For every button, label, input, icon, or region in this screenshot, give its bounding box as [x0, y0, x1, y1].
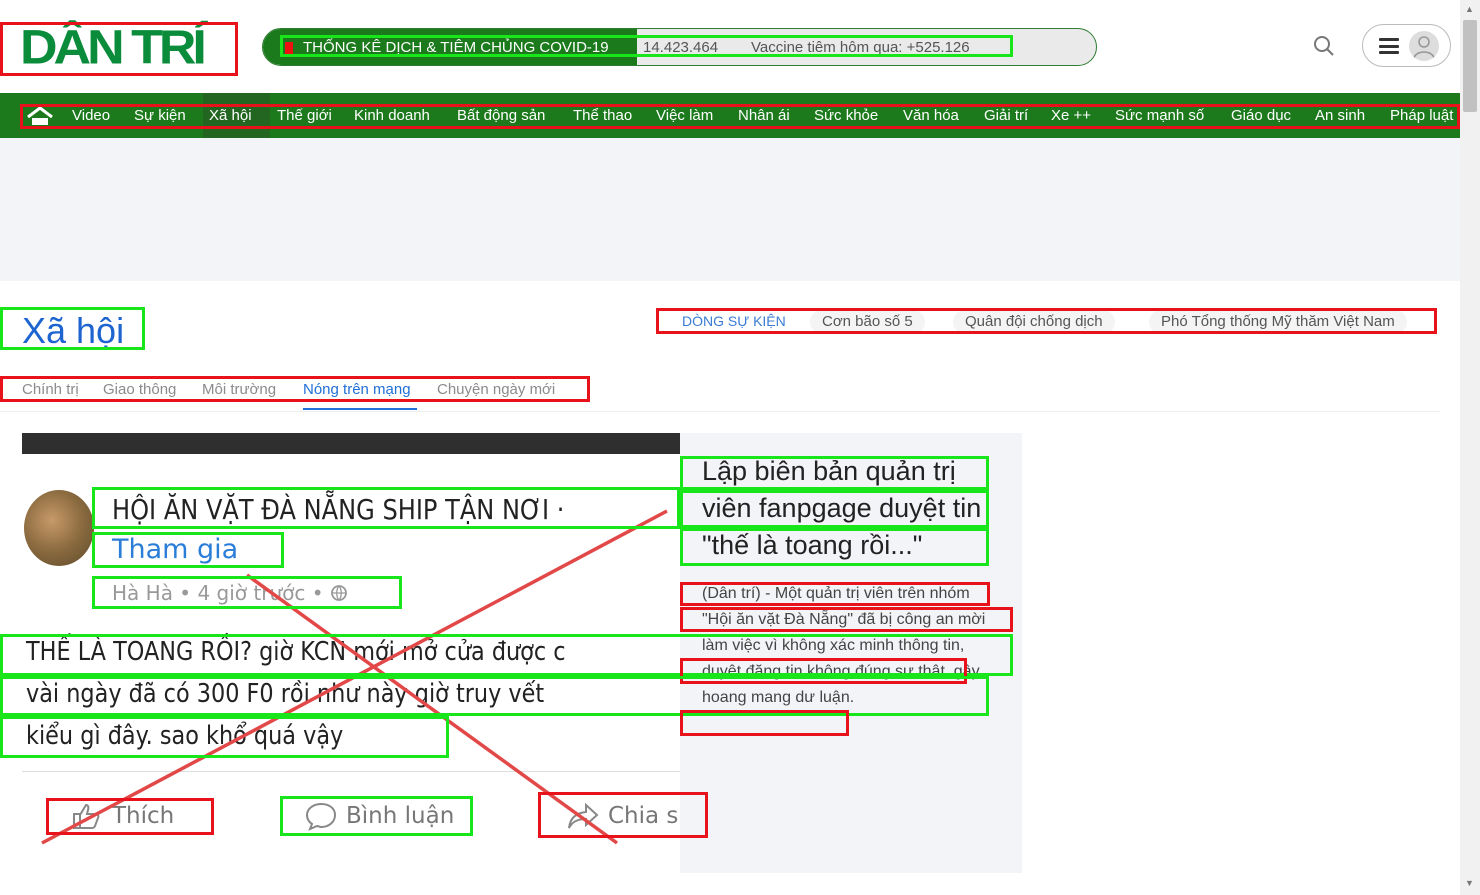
events-label: DÒNG SỰ KIỆN	[682, 313, 786, 329]
subnav-chinh-tri[interactable]: Chính trị	[22, 381, 79, 398]
site-header: DÂN TRÍ THỐNG KÊ DỊCH & TIÊM CHỦNG COVID…	[0, 0, 1460, 93]
nav-item-phap-luat[interactable]: Pháp luật	[1390, 107, 1453, 124]
user-avatar-icon	[1409, 31, 1439, 61]
nav-item-xe[interactable]: Xe ++	[1051, 107, 1091, 124]
scroll-thumb[interactable]	[1463, 20, 1477, 112]
main-nav: Video Sự kiện Xã hội Thế giới Kinh doanh…	[0, 93, 1460, 138]
nav-item-su-kien[interactable]: Sự kiện	[134, 107, 186, 124]
nav-item-xa-hoi[interactable]: Xã hội	[209, 107, 252, 124]
logo-text: DÂN TRÍ	[20, 21, 207, 75]
site-logo[interactable]: DÂN TRÍ	[20, 22, 216, 74]
subnav-active-underline	[303, 408, 417, 410]
menu-account-button[interactable]	[1362, 24, 1451, 67]
event-chip-pho-tong-thong[interactable]: Phó Tổng thống Mỹ thăm Việt Nam	[1149, 310, 1407, 334]
nav-item-kinh-doanh[interactable]: Kinh doanh	[354, 107, 430, 124]
page-scrollbar[interactable]: ▲ ▼	[1460, 0, 1480, 895]
nav-item-giao-duc[interactable]: Giáo dục	[1231, 107, 1291, 124]
event-stream: DÒNG SỰ KIỆN Cơn bão số 5 Quân đội chống…	[660, 310, 1436, 334]
event-chip-bao-so-5[interactable]: Cơn bão số 5	[810, 310, 925, 334]
search-button[interactable]	[1312, 34, 1336, 58]
subnav-nong-tren-mang[interactable]: Nóng trên mạng	[303, 381, 411, 398]
section-title[interactable]: Xã hội	[22, 310, 124, 352]
nav-item-the-gioi[interactable]: Thế giới	[277, 107, 332, 124]
nav-item-bat-dong-san[interactable]: Bất động sản	[457, 107, 545, 124]
subnav-giao-thong[interactable]: Giao thông	[103, 381, 176, 398]
scroll-down-arrow-icon[interactable]: ▼	[1465, 878, 1474, 888]
nav-item-video[interactable]: Video	[72, 107, 110, 124]
nav-item-nhan-ai[interactable]: Nhân ái	[738, 107, 790, 124]
article-thumbnail[interactable]: HỘI ĂN VẶT ĐÀ NẴNG SHIP TẬN NƠI · Tham g…	[22, 433, 680, 873]
featured-article[interactable]: HỘI ĂN VẶT ĐÀ NẴNG SHIP TẬN NƠI · Tham g…	[22, 433, 1022, 873]
nav-item-giai-tri[interactable]: Giải trí	[984, 107, 1028, 124]
nav-item-an-sinh[interactable]: An sinh	[1315, 107, 1365, 124]
search-icon	[1314, 36, 1334, 56]
covid-vaccine-count: Vaccine tiêm hôm qua: +525.126	[751, 39, 970, 56]
nav-item-viec-lam[interactable]: Việc làm	[656, 107, 713, 124]
section-subnav: Chính trị Giao thông Môi trường Nóng trê…	[0, 378, 1440, 412]
event-chip-quan-doi[interactable]: Quân đội chống dịch	[953, 310, 1115, 334]
live-dot-icon	[285, 42, 293, 54]
subnav-moi-truong[interactable]: Môi trường	[202, 381, 276, 398]
ad-placeholder	[0, 138, 1460, 281]
home-icon[interactable]	[26, 106, 54, 126]
covid-stats-bar[interactable]: THỐNG KÊ DỊCH & TIÊM CHỦNG COVID-19 14.4…	[262, 28, 1097, 66]
article-text-panel: Lập biên bản quản trị viên fanpgage duyệ…	[680, 433, 1022, 873]
scroll-up-arrow-icon[interactable]: ▲	[1465, 4, 1474, 14]
red-cross-mark	[41, 509, 668, 845]
article-title[interactable]: Lập biên bản quản trị viên fanpgage duyệ…	[702, 453, 1002, 564]
covid-cases-count: 14.423.464	[643, 39, 719, 56]
covid-stats-title: THỐNG KÊ DỊCH & TIÊM CHỦNG COVID-19	[303, 39, 609, 56]
nav-item-suc-manh-so[interactable]: Sức mạnh số	[1115, 107, 1204, 124]
nav-item-the-thao[interactable]: Thể thao	[573, 107, 632, 124]
nav-item-suc-khoe[interactable]: Sức khỏe	[814, 107, 878, 124]
hamburger-icon	[1379, 38, 1399, 54]
subnav-chuyen-ngay-moi[interactable]: Chuyện ngày mới	[437, 381, 555, 398]
nav-item-van-hoa[interactable]: Văn hóa	[903, 107, 959, 124]
article-description: (Dân trí) - Một quản trị viên trên nhóm …	[702, 585, 986, 706]
